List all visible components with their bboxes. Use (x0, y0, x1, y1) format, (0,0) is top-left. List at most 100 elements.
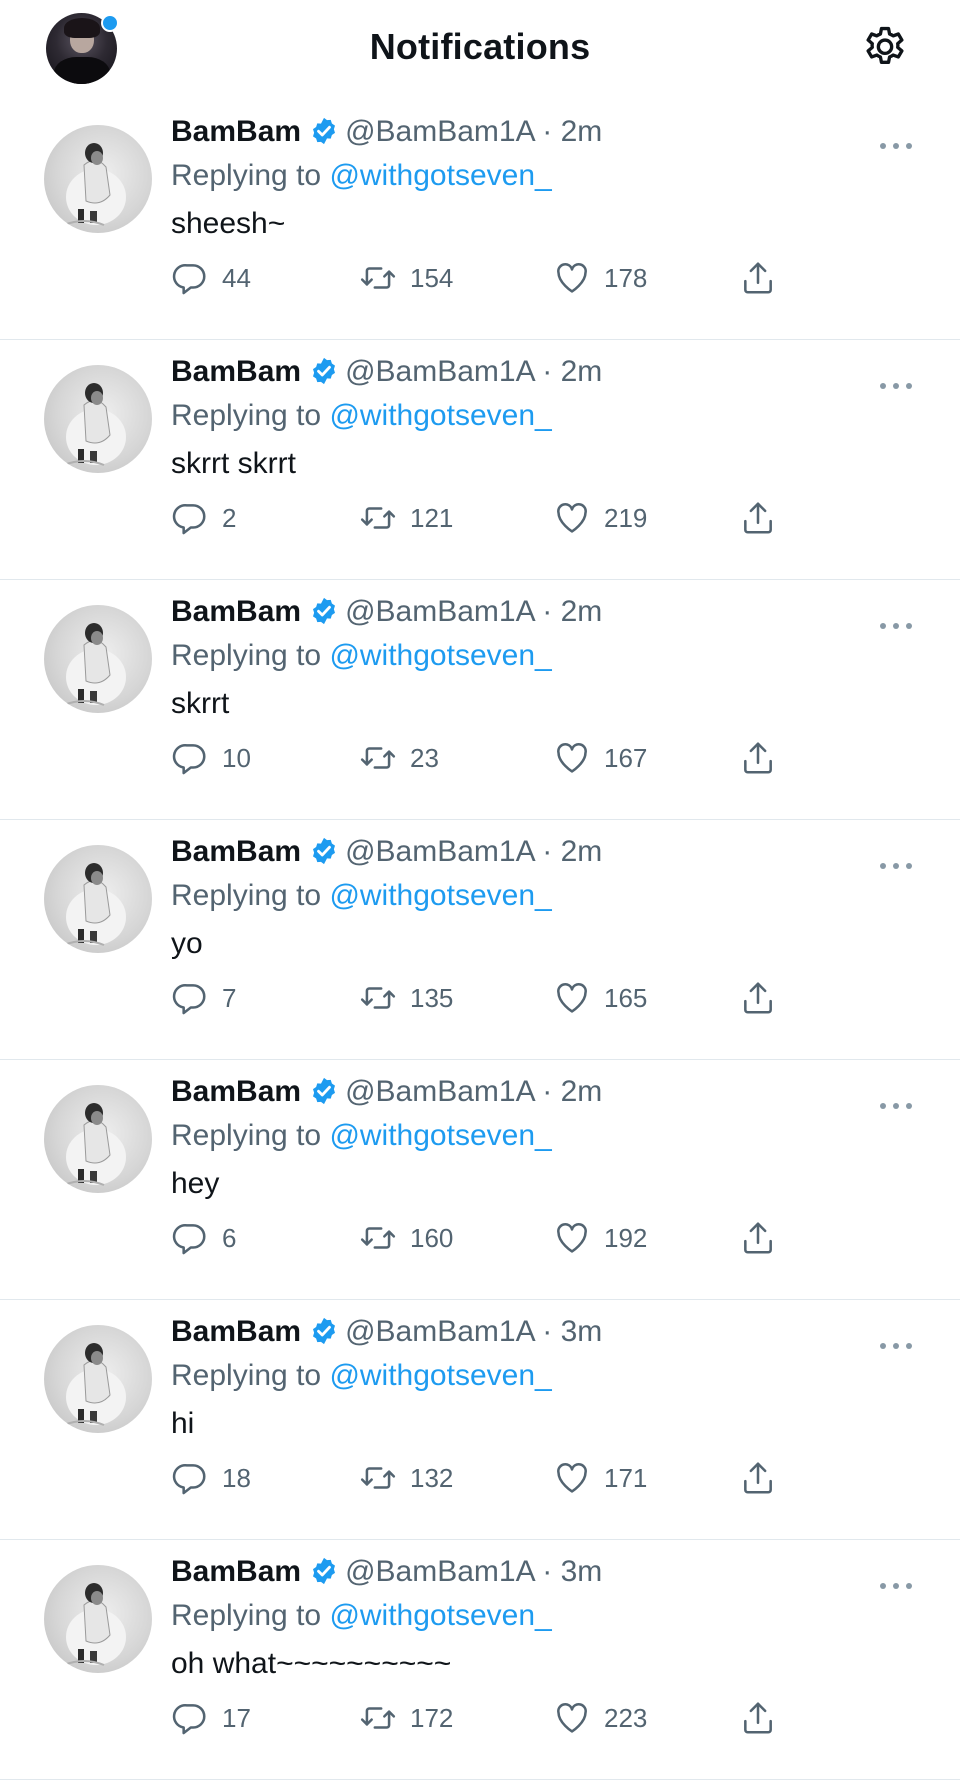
share-icon (744, 982, 772, 1014)
author-handle[interactable]: @BamBam1A (345, 115, 534, 148)
reply-button[interactable]: 6 (171, 1218, 236, 1258)
tweet-timestamp[interactable]: 3m (561, 1315, 603, 1348)
author-name[interactable]: BamBam (171, 355, 301, 388)
like-count: 178 (604, 262, 648, 293)
tweet-timestamp[interactable]: 2m (561, 835, 603, 868)
author-handle[interactable]: @BamBam1A (345, 595, 534, 628)
more-options-button[interactable] (878, 1338, 914, 1349)
retweet-button[interactable]: 160 (359, 1218, 453, 1258)
retweet-button[interactable]: 172 (359, 1698, 453, 1738)
meta-separator: · (542, 835, 553, 868)
author-handle[interactable]: @BamBam1A (345, 1555, 534, 1588)
like-button[interactable]: 167 (553, 738, 647, 778)
like-button[interactable]: 192 (553, 1218, 647, 1258)
tweet-author-avatar[interactable] (44, 125, 152, 233)
tweet-timestamp[interactable]: 3m (561, 1555, 603, 1588)
tweet-author-avatar[interactable] (44, 1085, 152, 1193)
tweet[interactable]: BamBam @BamBam1A · 2m Replying to @withgo… (0, 100, 960, 340)
replying-to-mention[interactable]: @withgotseven_ (329, 1599, 551, 1632)
replying-to-line: Replying to @withgotseven_ (171, 398, 552, 434)
more-dots-icon (880, 1583, 912, 1589)
reply-button[interactable]: 18 (171, 1458, 251, 1498)
tweet[interactable]: BamBam @BamBam1A · 2m Replying to @withgo… (0, 1060, 960, 1300)
like-button[interactable]: 165 (553, 978, 647, 1018)
more-options-button[interactable] (878, 1578, 914, 1589)
author-handle[interactable]: @BamBam1A (345, 355, 534, 388)
tweet-author-avatar[interactable] (44, 845, 152, 953)
replying-to-mention[interactable]: @withgotseven_ (329, 879, 551, 912)
author-name[interactable]: BamBam (171, 1315, 301, 1348)
more-options-button[interactable] (878, 858, 914, 869)
replying-to-mention[interactable]: @withgotseven_ (329, 639, 551, 672)
more-options-button[interactable] (878, 378, 914, 389)
reply-button[interactable]: 44 (171, 258, 251, 298)
more-options-button[interactable] (878, 138, 914, 149)
replying-to-mention[interactable]: @withgotseven_ (329, 1119, 551, 1152)
share-button[interactable] (739, 978, 777, 1018)
reply-button[interactable]: 7 (171, 978, 236, 1018)
like-button[interactable]: 223 (553, 1698, 647, 1738)
replying-to-mention[interactable]: @withgotseven_ (329, 159, 551, 192)
author-name[interactable]: BamBam (171, 595, 301, 628)
retweet-button[interactable]: 132 (359, 1458, 453, 1498)
tweet-text: yo (171, 927, 203, 960)
more-options-button[interactable] (878, 1098, 914, 1109)
retweet-button[interactable]: 23 (359, 738, 439, 778)
settings-button[interactable] (860, 24, 910, 74)
tweet[interactable]: BamBam @BamBam1A · 2m Replying to @withgo… (0, 580, 960, 820)
tweet-timestamp[interactable]: 2m (561, 1075, 603, 1108)
tweet-timestamp[interactable]: 2m (561, 595, 603, 628)
tweet-author-avatar[interactable] (44, 1325, 152, 1433)
replying-to-line: Replying to @withgotseven_ (171, 1118, 552, 1154)
retweet-button[interactable]: 154 (359, 258, 453, 298)
tweet[interactable]: BamBam @BamBam1A · 2m Replying to @withgo… (0, 340, 960, 580)
share-icon (744, 1702, 772, 1734)
like-count: 167 (604, 742, 648, 773)
author-handle[interactable]: @BamBam1A (345, 1075, 534, 1108)
tweet[interactable]: BamBam @BamBam1A · 3m Replying to @withgo… (0, 1300, 960, 1540)
retweet-button[interactable]: 121 (359, 498, 453, 538)
share-button[interactable] (739, 738, 777, 778)
more-options-button[interactable] (878, 618, 914, 629)
tweet-author-avatar[interactable] (44, 365, 152, 473)
reply-button[interactable]: 10 (171, 738, 251, 778)
verified-badge-icon (309, 356, 339, 386)
replying-to-mention[interactable]: @withgotseven_ (329, 399, 551, 432)
reply-button[interactable]: 2 (171, 498, 236, 538)
author-handle[interactable]: @BamBam1A (345, 1315, 534, 1348)
replying-to-line: Replying to @withgotseven_ (171, 158, 552, 194)
avatar-photo (63, 1583, 126, 1666)
tweet[interactable]: BamBam @BamBam1A · 3m Replying to @withgo… (0, 1540, 960, 1780)
author-name[interactable]: BamBam (171, 1555, 301, 1588)
like-button[interactable]: 178 (553, 258, 647, 298)
retweet-icon (360, 507, 396, 529)
reply-icon (172, 1704, 206, 1735)
reply-count: 44 (222, 262, 251, 293)
share-button[interactable] (739, 1458, 777, 1498)
tweet-timestamp[interactable]: 2m (561, 115, 603, 148)
like-button[interactable]: 171 (553, 1458, 647, 1498)
tweet[interactable]: BamBam @BamBam1A · 2m Replying to @withgo… (0, 820, 960, 1060)
replying-to-line: Replying to @withgotseven_ (171, 638, 552, 674)
retweet-count: 132 (410, 1462, 454, 1493)
tweet-author-avatar[interactable] (44, 1565, 152, 1673)
share-button[interactable] (739, 498, 777, 538)
retweet-button[interactable]: 135 (359, 978, 453, 1018)
share-icon (744, 1222, 772, 1254)
author-name[interactable]: BamBam (171, 835, 301, 868)
share-button[interactable] (739, 258, 777, 298)
like-button[interactable]: 219 (553, 498, 647, 538)
tweet-timestamp[interactable]: 2m (561, 355, 603, 388)
reply-button[interactable]: 17 (171, 1698, 251, 1738)
replying-to-mention[interactable]: @withgotseven_ (329, 1359, 551, 1392)
retweet-icon (360, 267, 396, 289)
author-name[interactable]: BamBam (171, 115, 301, 148)
author-name[interactable]: BamBam (171, 1075, 301, 1108)
avatar-photo (63, 383, 126, 466)
tweet-text: oh what~~~~~~~~~~ (171, 1647, 452, 1680)
author-handle[interactable]: @BamBam1A (345, 835, 534, 868)
tweet-author-avatar[interactable] (44, 605, 152, 713)
reply-icon (172, 1464, 206, 1495)
share-button[interactable] (739, 1218, 777, 1258)
share-button[interactable] (739, 1698, 777, 1738)
